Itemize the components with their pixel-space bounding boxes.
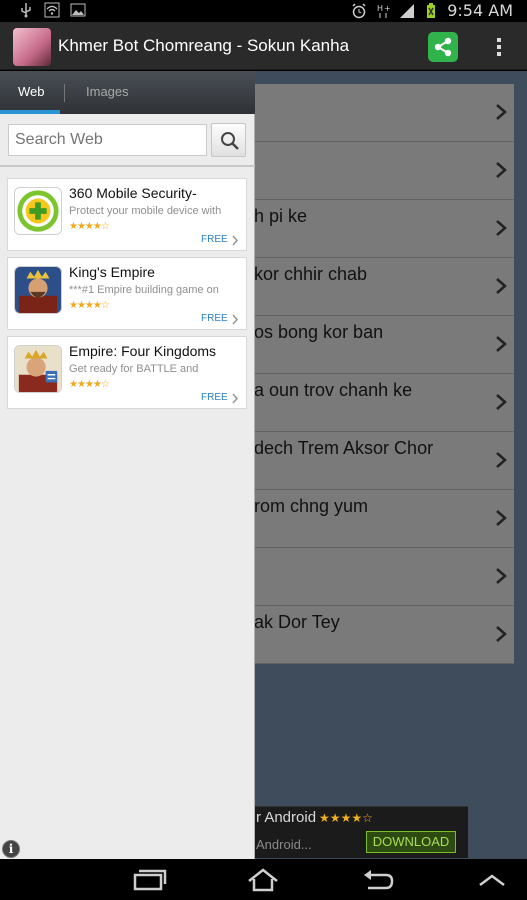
- app-title: Empire: Four Kingdoms: [69, 343, 217, 359]
- tab-images[interactable]: Images: [86, 84, 129, 99]
- app-title: Khmer Bot Chomreang - Sokun Kanha: [58, 36, 350, 55]
- app-title: King's Empire: [69, 264, 155, 280]
- kings-empire-app-icon: [14, 266, 62, 314]
- chevron-right-icon: [496, 162, 507, 178]
- app-description: ***#1 Empire building game on: [69, 284, 219, 296]
- search-input[interactable]: [9, 125, 206, 155]
- ad-title: r Android: [256, 809, 317, 826]
- app-title: 360 Mobile Security-: [69, 185, 197, 201]
- list-item-label: ak Dor Tey: [254, 612, 340, 632]
- hplus-data-icon: H +: [377, 4, 391, 18]
- app-card[interactable]: King's Empire ***#1 Empire building game…: [7, 257, 247, 330]
- share-button[interactable]: [428, 32, 458, 62]
- wifi-hotspot-icon: [44, 2, 60, 18]
- clock: 9:54 AM: [447, 1, 513, 20]
- chevron-right-icon: [232, 393, 239, 404]
- home-icon[interactable]: [245, 867, 281, 893]
- list-item-label: a oun trov chanh ke: [254, 380, 413, 400]
- chevron-right-icon: [496, 568, 507, 584]
- info-icon[interactable]: i: [2, 840, 20, 858]
- alarm-icon: [352, 2, 366, 18]
- app-card[interactable]: 360 Mobile Security- Protect your mobile…: [7, 178, 247, 251]
- rating-stars: ★★★★☆: [69, 221, 110, 232]
- tab-divider: [64, 84, 65, 102]
- list-item-label: kor chhir chab: [254, 264, 368, 284]
- app-card[interactable]: Empire: Four Kingdoms Get ready for BATT…: [7, 336, 247, 409]
- app-description: Get ready for BATTLE and: [69, 363, 199, 375]
- chevron-right-icon: [496, 220, 507, 236]
- overflow-menu-icon[interactable]: [495, 36, 503, 58]
- list-item-label: os bong kor ban: [254, 322, 384, 342]
- search-button[interactable]: [211, 123, 246, 157]
- side-drawer: Web Images 360 Mobile Security- Protect …: [0, 71, 255, 859]
- back-icon[interactable]: [360, 867, 396, 893]
- price-label: FREE: [201, 392, 228, 403]
- app-icon: [13, 28, 51, 66]
- signal-icon: [400, 3, 415, 18]
- download-button[interactable]: DOWNLOAD: [366, 831, 456, 853]
- chevron-right-icon: [232, 314, 239, 325]
- collapse-icon[interactable]: [474, 867, 510, 893]
- list-item-label: h pi ke: [254, 206, 308, 226]
- chevron-right-icon: [232, 235, 239, 246]
- recent-apps-icon[interactable]: [131, 867, 167, 893]
- tab-bar: Web Images: [0, 71, 255, 114]
- 360-security-app-icon: [14, 187, 62, 235]
- navigation-bar: [0, 859, 527, 900]
- battery-icon: [427, 2, 436, 18]
- ad-subtitle: Android...: [256, 837, 312, 852]
- image-notification-icon: [70, 3, 86, 17]
- active-tab-indicator: [0, 110, 60, 114]
- chevron-right-icon: [496, 104, 507, 120]
- list-item-label: rom chng yum: [254, 496, 369, 516]
- svg-text:H: H: [377, 4, 383, 13]
- app-description: Protect your mobile device with: [69, 205, 222, 217]
- empire-four-kingdoms-app-icon: [14, 345, 62, 393]
- search-icon: [221, 132, 239, 150]
- chevron-right-icon: [496, 278, 507, 294]
- chevron-right-icon: [496, 626, 507, 642]
- chevron-right-icon: [496, 394, 507, 410]
- search-field-wrapper: [8, 124, 207, 156]
- chevron-right-icon: [496, 336, 507, 352]
- usb-icon: [21, 3, 31, 18]
- app-bar: Khmer Bot Chomreang - Sokun Kanha: [0, 22, 527, 70]
- chevron-right-icon: [496, 452, 507, 468]
- status-bar: H + 9:54 AM: [0, 0, 527, 22]
- chevron-right-icon: [496, 510, 507, 526]
- rating-stars: ★★★★☆: [69, 379, 110, 390]
- list-item-label: dech Trem Aksor Chor: [254, 438, 434, 458]
- tab-web[interactable]: Web: [18, 84, 45, 99]
- price-label: FREE: [201, 313, 228, 324]
- share-icon: [434, 37, 452, 57]
- rating-stars: ★★★★☆: [69, 300, 110, 311]
- price-label: FREE: [201, 234, 228, 245]
- ad-rating-stars: ★★★★☆: [319, 811, 373, 825]
- ad-banner[interactable]: r Android ★★★★☆ Android... DOWNLOAD: [254, 806, 468, 858]
- svg-text:+: +: [384, 4, 391, 13]
- divider: [0, 165, 255, 167]
